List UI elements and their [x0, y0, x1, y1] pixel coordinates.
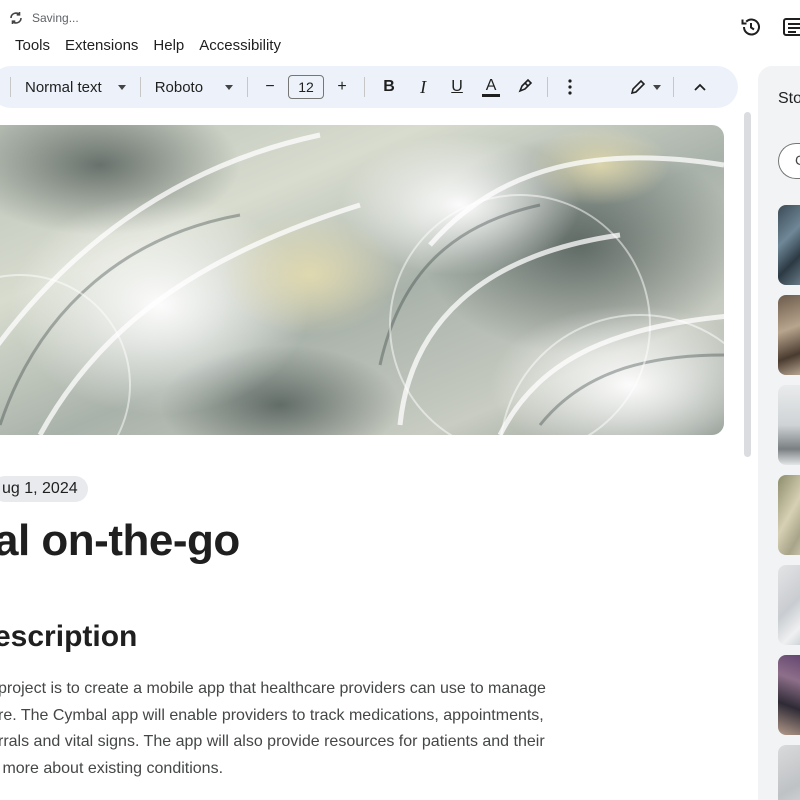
side-thumbnail[interactable]: [778, 745, 800, 800]
paragraph-style-dropdown[interactable]: Normal text: [19, 79, 132, 96]
side-panel-title: Sto: [778, 90, 800, 107]
body-paragraph: project is to create a mobile app that h…: [0, 676, 546, 782]
save-status: Saving...: [8, 10, 79, 26]
side-thumbnail[interactable]: [778, 295, 800, 375]
font-label: Roboto: [154, 78, 204, 96]
side-thumbnail[interactable]: [778, 385, 800, 465]
section-heading: escription: [0, 620, 138, 653]
menu-bar: Tools Extensions Help Accessibility: [0, 34, 287, 56]
date-chip[interactable]: ug 1, 2024: [0, 476, 88, 502]
paragraph-line: project is to create a mobile app that h…: [0, 680, 546, 697]
collapse-icon[interactable]: [686, 73, 714, 101]
paragraph-line: more about existing conditions.: [0, 759, 224, 777]
decrease-font-size-button[interactable]: −: [256, 73, 284, 101]
side-panel: Sto C: [758, 66, 800, 800]
italic-button[interactable]: I: [409, 73, 437, 101]
font-dropdown[interactable]: Roboto: [149, 79, 239, 96]
document-title: al on-the-go: [0, 516, 240, 565]
header-actions: [738, 14, 800, 40]
document-scrollbar[interactable]: [744, 112, 751, 457]
comments-icon[interactable]: [782, 14, 800, 40]
font-size-input[interactable]: 12: [288, 75, 325, 99]
underline-button[interactable]: U: [443, 73, 471, 101]
menu-tools[interactable]: Tools: [0, 37, 56, 54]
side-thumbnail[interactable]: [778, 565, 800, 645]
side-panel-button[interactable]: C: [778, 143, 800, 179]
side-thumbnail[interactable]: [778, 475, 800, 555]
chevron-down-icon: [653, 84, 662, 90]
text-color-letter: A: [485, 76, 497, 94]
menu-accessibility[interactable]: Accessibility: [193, 37, 287, 54]
toolbar-divider: [139, 77, 141, 97]
text-color-button[interactable]: A: [477, 73, 505, 101]
side-thumbnail[interactable]: [778, 655, 800, 735]
toolbar-divider: [673, 77, 675, 97]
increase-font-size-button[interactable]: +: [328, 73, 356, 101]
toolbar-divider: [247, 77, 249, 97]
paragraph-line: re. The Cymbal app will enable providers…: [0, 706, 544, 724]
paragraph-line: rrals and vital signs. The app will also…: [0, 733, 545, 750]
side-panel-button-label: C: [795, 152, 800, 168]
edit-mode-icon[interactable]: [625, 73, 665, 101]
menu-help[interactable]: Help: [147, 37, 190, 54]
highlighter-icon[interactable]: [511, 73, 539, 101]
text-color-bar: [482, 93, 501, 97]
menu-extensions[interactable]: Extensions: [59, 37, 144, 54]
side-thumbnail[interactable]: [778, 205, 800, 285]
toolbar-divider: [364, 77, 366, 97]
chevron-down-icon: [117, 84, 126, 90]
paragraph-style-label: Normal text: [25, 78, 102, 96]
saving-text: Saving...: [32, 11, 79, 25]
sync-icon: [8, 10, 24, 26]
cover-image: [0, 125, 724, 435]
history-icon[interactable]: [738, 14, 764, 40]
toolbar-divider: [10, 77, 11, 97]
chevron-down-icon: [225, 84, 234, 90]
more-vert-icon[interactable]: [556, 73, 584, 101]
toolbar-divider: [547, 77, 549, 97]
formatting-toolbar: Normal text Roboto − 12 + B I U A: [0, 66, 738, 108]
bold-button[interactable]: B: [375, 73, 403, 101]
